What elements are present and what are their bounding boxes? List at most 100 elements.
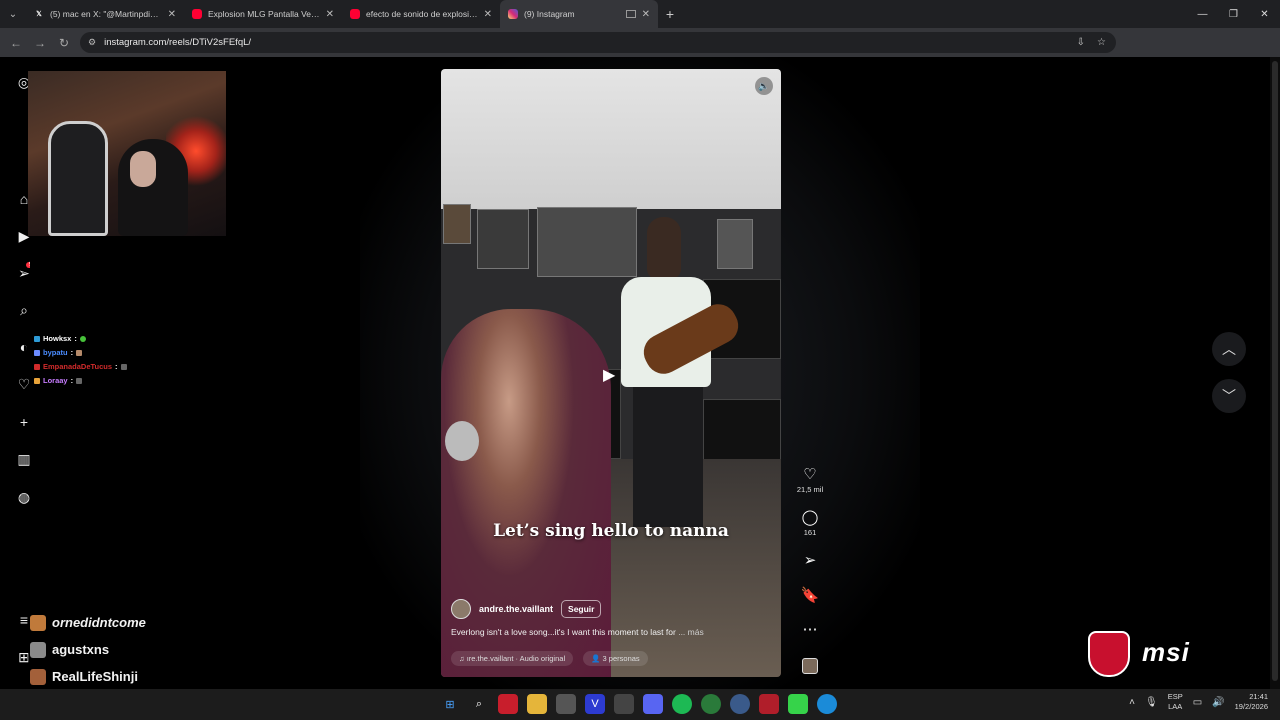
lang-layout: LAA bbox=[1168, 702, 1183, 711]
reel-video[interactable]: 🔈 ▶ Let’s sing hello to nanna andre.the.… bbox=[441, 69, 781, 677]
gaming-chair bbox=[48, 121, 108, 236]
audio-pill[interactable]: ♫ ıre.the.vaillant · Audio original bbox=[451, 651, 574, 666]
close-tab-icon[interactable]: ✕ bbox=[168, 9, 176, 20]
microphone-icon[interactable]: 🎙 bbox=[1145, 697, 1158, 708]
tab-title: (5) mac en X: "@Martinpdisalvo bbox=[50, 9, 162, 19]
date: 19/2/2026 bbox=[1234, 702, 1268, 711]
instagram-icon bbox=[508, 9, 518, 19]
windows-start-icon[interactable]: ⊞ bbox=[440, 694, 460, 714]
network-icon[interactable]: ▭ bbox=[1193, 697, 1202, 708]
x-icon: 𝕏 bbox=[36, 11, 42, 18]
author-avatar[interactable] bbox=[451, 599, 471, 619]
forward-icon[interactable]: → bbox=[28, 36, 52, 50]
chat-badge-icon bbox=[34, 363, 40, 370]
youtube-icon bbox=[350, 9, 360, 19]
wall-poster bbox=[477, 209, 529, 269]
streamer bbox=[118, 139, 188, 236]
app-red-icon[interactable] bbox=[498, 694, 518, 714]
close-window-icon[interactable]: ✕ bbox=[1249, 0, 1280, 28]
language-indicator[interactable]: ESP LAA bbox=[1168, 692, 1183, 712]
msi-logo-overlay: msi bbox=[1088, 631, 1248, 677]
clock[interactable]: 21:41 19/2/2026 bbox=[1235, 692, 1268, 712]
heart-icon[interactable]: ♡ bbox=[796, 467, 824, 483]
video-text-overlay: Let’s sing hello to nanna bbox=[493, 521, 729, 541]
tab-youtube-2[interactable]: efecto de sonido de explosión ✕ bbox=[342, 0, 500, 28]
system-tray: ˄ 🎙 ESP LAA ▭ 🔊 21:41 19/2/2026 bbox=[1129, 692, 1268, 712]
kick-icon[interactable] bbox=[788, 694, 808, 714]
tab-youtube-1[interactable]: Explosion MLG Pantalla Verde ! ✕ bbox=[184, 0, 342, 28]
chevron-down-icon: ﹀ bbox=[1222, 388, 1236, 404]
people-pill[interactable]: 👤 3 personas bbox=[583, 651, 648, 666]
msi-dragon-shield-icon bbox=[1088, 631, 1130, 677]
bookmark-star-icon[interactable]: ☆ bbox=[1097, 37, 1106, 48]
audio-row: ♫ ıre.the.vaillant · Audio original 👤 3 … bbox=[451, 651, 776, 666]
audio-label: ıre.the.vaillant · Audio original bbox=[466, 654, 566, 663]
reel-caption[interactable]: Everlong isn't a love song...it's I want… bbox=[451, 627, 776, 637]
more-options[interactable]: ⋯ bbox=[796, 622, 824, 638]
comment-icon[interactable]: ◯ bbox=[796, 510, 824, 526]
like-count: 21,5 mil bbox=[796, 485, 824, 494]
close-tab-icon[interactable]: ✕ bbox=[326, 9, 334, 20]
tab-title: (9) Instagram bbox=[524, 9, 575, 19]
app-circle-icon[interactable] bbox=[614, 694, 634, 714]
wall-poster bbox=[717, 219, 753, 269]
close-tab-icon[interactable]: ✕ bbox=[484, 9, 492, 20]
follow-button[interactable]: Seguir bbox=[561, 600, 602, 618]
tab-x[interactable]: 𝕏 (5) mac en X: "@Martinpdisalvo ✕ bbox=[26, 0, 184, 28]
emote-icon bbox=[76, 377, 83, 384]
search-taskbar-icon[interactable]: ⌕ bbox=[469, 694, 489, 714]
minimize-icon[interactable]: — bbox=[1187, 0, 1218, 28]
bookmark-icon[interactable]: 🔖 bbox=[796, 588, 824, 604]
like-action[interactable]: ♡ 21,5 mil bbox=[796, 467, 824, 495]
address-bar[interactable]: ⚙ instagram.com/reels/DTiV2sFEfqL/ ⇩ ☆ bbox=[80, 32, 1116, 53]
share-action[interactable]: ➢ bbox=[796, 553, 824, 569]
app-blue-icon[interactable] bbox=[730, 694, 750, 714]
comment-action[interactable]: ◯ 161 bbox=[796, 510, 824, 538]
install-icon[interactable]: ⇩ bbox=[1077, 37, 1085, 48]
share-icon[interactable]: ➢ bbox=[796, 553, 824, 569]
tab-search-button[interactable]: ⌄ bbox=[0, 0, 26, 28]
audio-thumbnail-icon[interactable] bbox=[802, 658, 818, 674]
save-action[interactable]: 🔖 bbox=[796, 588, 824, 604]
new-tab-button[interactable]: + bbox=[658, 6, 682, 22]
chrome-icon[interactable] bbox=[701, 694, 721, 714]
url-text: instagram.com/reels/DTiV2sFEfqL/ bbox=[104, 37, 252, 48]
tab-instagram[interactable]: (9) Instagram ✕ bbox=[500, 0, 658, 28]
previous-reel-button[interactable]: ︿ bbox=[1212, 332, 1246, 366]
discord-icon[interactable] bbox=[643, 694, 663, 714]
volume-icon[interactable]: 🔊 bbox=[1212, 697, 1224, 708]
site-settings-icon[interactable]: ⚙ bbox=[88, 37, 96, 48]
back-icon[interactable]: ← bbox=[4, 36, 28, 50]
app-v-icon[interactable]: V bbox=[585, 694, 605, 714]
stream-chat: Howksx: bypatu: EmpanadaDeTucus: Loraay: bbox=[30, 237, 232, 397]
profile-icon[interactable]: ◍ bbox=[14, 487, 34, 507]
more-options-icon[interactable]: ⋯ bbox=[796, 622, 824, 638]
viewer-badge-icon bbox=[30, 641, 46, 658]
window-controls: — ❐ ✕ bbox=[1187, 0, 1280, 28]
viewer-badge-icon bbox=[30, 614, 46, 631]
play-icon[interactable]: ▶ bbox=[603, 365, 615, 385]
app-gray-icon[interactable] bbox=[556, 694, 576, 714]
wall-poster bbox=[443, 204, 471, 244]
audio-thumbnail[interactable] bbox=[796, 658, 824, 674]
next-reel-button[interactable]: ﹀ bbox=[1212, 379, 1246, 413]
chat-line: bypatu: bbox=[34, 348, 83, 357]
page-scrollbar[interactable] bbox=[1270, 57, 1280, 689]
sound-toggle-icon[interactable]: 🔈 bbox=[755, 77, 773, 95]
file-explorer-icon[interactable] bbox=[527, 694, 547, 714]
author-username[interactable]: andre.the.vaillant bbox=[479, 604, 553, 614]
scrollbar-thumb[interactable] bbox=[1272, 61, 1278, 681]
more-link[interactable]: ... más bbox=[678, 627, 704, 637]
dashboard-icon[interactable]: ▥ bbox=[14, 449, 34, 469]
spotify-icon[interactable] bbox=[672, 694, 692, 714]
tray-expand-icon[interactable]: ˄ bbox=[1129, 697, 1135, 708]
media-control-icon[interactable] bbox=[625, 10, 636, 18]
emote-icon bbox=[79, 335, 86, 342]
edge-icon[interactable] bbox=[817, 694, 837, 714]
create-icon[interactable]: + bbox=[14, 412, 34, 432]
viewer-item: RealLifeShinji bbox=[28, 663, 162, 690]
reload-icon[interactable]: ↻ bbox=[52, 36, 76, 50]
close-tab-icon[interactable]: ✕ bbox=[642, 9, 650, 20]
voicemeeter-icon[interactable] bbox=[759, 694, 779, 714]
restore-icon[interactable]: ❐ bbox=[1218, 0, 1249, 28]
